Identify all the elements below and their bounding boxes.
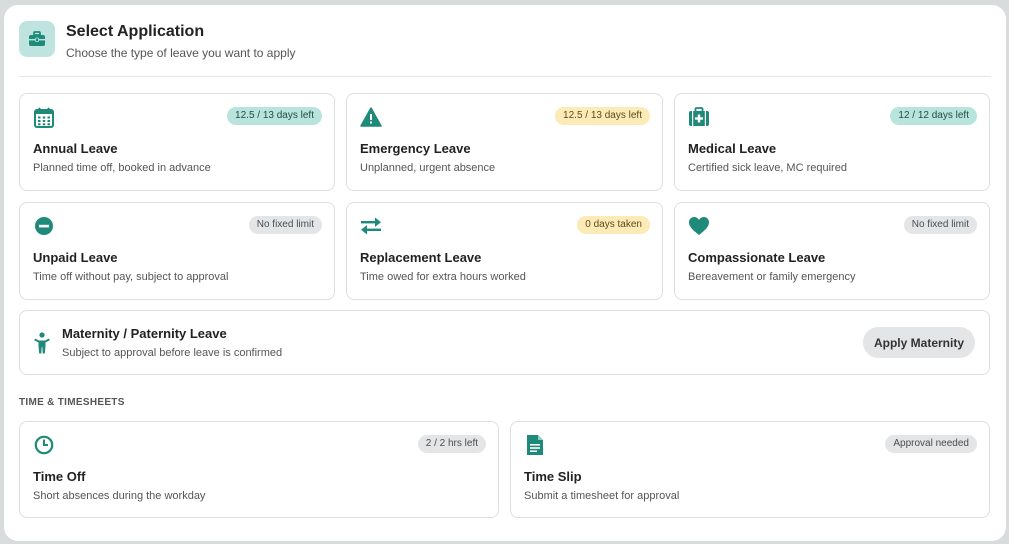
swap-arrows-icon xyxy=(360,215,382,237)
leave-card-description: Time off without pay, subject to approva… xyxy=(33,271,229,283)
timesheet-card-time-off[interactable]: 2 / 2 hrs left Time Off Short absences d… xyxy=(19,421,499,518)
minus-circle-icon xyxy=(33,215,55,237)
clock-icon xyxy=(33,434,55,456)
leave-card-replacement[interactable]: 0 days taken Replacement Leave Time owed… xyxy=(346,202,663,300)
timesheet-card-time-slip[interactable]: Approval needed Time Slip Submit a times… xyxy=(510,421,990,518)
leave-card-title: Annual Leave xyxy=(33,141,118,156)
leave-card-title: Compassionate Leave xyxy=(688,250,826,265)
timesheet-card-title: Time Off xyxy=(33,469,86,484)
apply-maternity-button[interactable]: Apply Maternity xyxy=(862,327,975,358)
header-divider xyxy=(19,76,991,77)
timesheet-card-title: Time Slip xyxy=(524,469,582,484)
select-application-panel: Select Application Choose the type of le… xyxy=(4,5,1006,541)
page-title: Select Application xyxy=(66,23,205,40)
leave-card-medical[interactable]: 12 / 12 days left Medical Leave Certifie… xyxy=(674,93,990,191)
page-subtitle: Choose the type of leave you want to app… xyxy=(66,46,296,60)
timesheet-card-description: Submit a timesheet for approval xyxy=(524,490,680,502)
leave-card-title: Replacement Leave xyxy=(360,250,482,265)
leave-card-description: Time owed for extra hours worked xyxy=(360,271,526,283)
heart-icon xyxy=(688,215,710,237)
leave-card-title: Unpaid Leave xyxy=(33,250,118,265)
briefcase-icon xyxy=(19,21,55,57)
leave-balance-badge: No fixed limit xyxy=(248,216,322,234)
leave-card-title: Medical Leave xyxy=(688,141,777,156)
leave-card-description: Planned time off, booked in advance xyxy=(33,162,211,174)
time-balance-badge: 2 / 2 hrs left xyxy=(417,435,486,453)
calendar-icon xyxy=(33,106,55,128)
leave-balance-badge: 0 days taken xyxy=(577,216,650,234)
maternity-description: Subject to approval before leave is conf… xyxy=(62,347,283,359)
timesheet-card-description: Short absences during the workday xyxy=(33,490,206,502)
medical-kit-icon xyxy=(688,106,710,128)
leave-card-emergency[interactable]: 12.5 / 13 days left Emergency Leave Unpl… xyxy=(346,93,663,191)
approval-status-badge: Approval needed xyxy=(885,435,977,453)
leave-card-compassionate[interactable]: No fixed limit Compassionate Leave Berea… xyxy=(674,202,990,300)
leave-balance-badge: No fixed limit xyxy=(903,216,977,234)
leave-card-description: Unplanned, urgent absence xyxy=(360,162,496,174)
leave-card-unpaid[interactable]: No fixed limit Unpaid Leave Time off wit… xyxy=(19,202,335,300)
child-icon xyxy=(32,331,52,355)
leave-balance-badge: 12 / 12 days left xyxy=(890,107,977,125)
leave-card-annual[interactable]: 12.5 / 13 days left Annual Leave Planned… xyxy=(19,93,335,191)
leave-balance-badge: 12.5 / 13 days left xyxy=(227,107,322,125)
section-label-timesheets: TIME & TIMESHEETS xyxy=(19,397,125,408)
maternity-title: Maternity / Paternity Leave xyxy=(62,326,227,341)
leave-card-maternity: Maternity / Paternity Leave Subject to a… xyxy=(19,310,990,375)
leave-card-description: Bereavement or family emergency xyxy=(688,271,856,283)
leave-balance-badge: 12.5 / 13 days left xyxy=(555,107,650,125)
document-icon xyxy=(524,434,546,456)
leave-card-title: Emergency Leave xyxy=(360,141,471,156)
leave-card-description: Certified sick leave, MC required xyxy=(688,162,847,174)
warning-icon xyxy=(360,106,382,128)
